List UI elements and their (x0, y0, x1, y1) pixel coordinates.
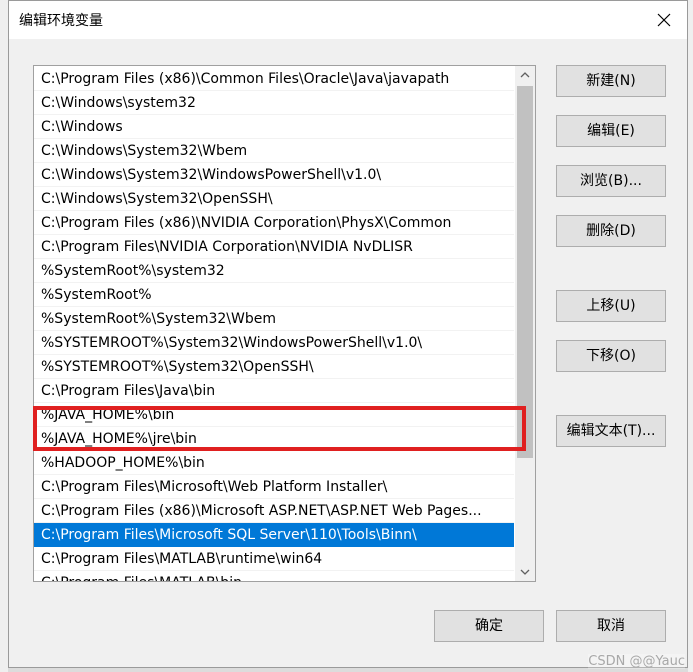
path-list-item[interactable]: %SYSTEMROOT%\System32\WindowsPowerShell\… (34, 331, 514, 355)
path-list-item[interactable]: C:\Windows\System32\OpenSSH\ (34, 187, 514, 211)
path-list-item[interactable]: C:\Windows\System32\Wbem (34, 139, 514, 163)
path-rows: C:\Program Files (x86)\Common Files\Orac… (34, 67, 514, 581)
scroll-down-button[interactable] (515, 564, 535, 581)
delete-button[interactable]: 删除(D) (556, 215, 666, 247)
title-bar: 编辑环境变量 (9, 1, 687, 39)
background-window-right (688, 0, 693, 672)
path-list-item[interactable]: C:\Program Files\NVIDIA Corporation\NVID… (34, 235, 514, 259)
dialog-title: 编辑环境变量 (19, 13, 103, 29)
close-icon (657, 13, 671, 27)
path-list-item[interactable]: C:\Program Files\Microsoft SQL Server\11… (34, 523, 514, 547)
path-list-item[interactable]: C:\Program Files\MATLAB\runtime\win64 (34, 547, 514, 571)
move-up-button[interactable]: 上移(U) (556, 290, 666, 322)
path-list-item[interactable]: C:\Program Files (x86)\Microsoft ASP.NET… (34, 499, 514, 523)
vertical-scrollbar[interactable] (515, 66, 535, 581)
path-list[interactable]: C:\Program Files (x86)\Common Files\Orac… (33, 65, 536, 582)
scrollbar-thumb[interactable] (517, 86, 533, 458)
move-down-button[interactable]: 下移(O) (556, 340, 666, 372)
path-list-item[interactable]: %HADOOP_HOME%\bin (34, 451, 514, 475)
path-list-item[interactable]: C:\Program Files\MATLAB\bin (34, 571, 514, 581)
path-list-item[interactable]: %JAVA_HOME%\jre\bin (34, 427, 514, 451)
cancel-button[interactable]: 取消 (556, 610, 666, 642)
chevron-up-icon (520, 72, 530, 78)
chevron-down-icon (520, 569, 530, 575)
path-list-item[interactable]: C:\Windows\System32\WindowsPowerShell\v1… (34, 163, 514, 187)
browse-button[interactable]: 浏览(B)... (556, 165, 666, 197)
edit-text-button[interactable]: 编辑文本(T)... (556, 415, 666, 447)
close-button[interactable] (641, 1, 687, 39)
new-button[interactable]: 新建(N) (556, 65, 666, 97)
ok-button[interactable]: 确定 (434, 610, 544, 642)
path-list-item[interactable]: %SystemRoot% (34, 283, 514, 307)
path-list-item[interactable]: C:\Windows\system32 (34, 91, 514, 115)
scroll-up-button[interactable] (515, 66, 535, 83)
watermark: CSDN @@Yauc (588, 654, 685, 669)
path-list-item[interactable]: %SystemRoot%\system32 (34, 259, 514, 283)
path-list-item[interactable]: %SYSTEMROOT%\System32\OpenSSH\ (34, 355, 514, 379)
edit-env-var-dialog: 编辑环境变量 C:\Program Files (x86)\Common Fil… (8, 0, 688, 668)
path-list-item[interactable]: C:\Program Files\Microsoft\Web Platform … (34, 475, 514, 499)
path-list-item[interactable]: C:\Windows (34, 115, 514, 139)
path-list-item[interactable]: %SystemRoot%\System32\Wbem (34, 307, 514, 331)
path-list-item[interactable]: C:\Program Files (x86)\NVIDIA Corporatio… (34, 211, 514, 235)
path-list-item[interactable]: C:\Program Files\Java\bin (34, 379, 514, 403)
path-list-item[interactable]: %JAVA_HOME%\bin (34, 403, 514, 427)
path-list-item[interactable]: C:\Program Files (x86)\Common Files\Orac… (34, 67, 514, 91)
edit-button[interactable]: 编辑(E) (556, 115, 666, 147)
background-window-left (0, 0, 8, 672)
